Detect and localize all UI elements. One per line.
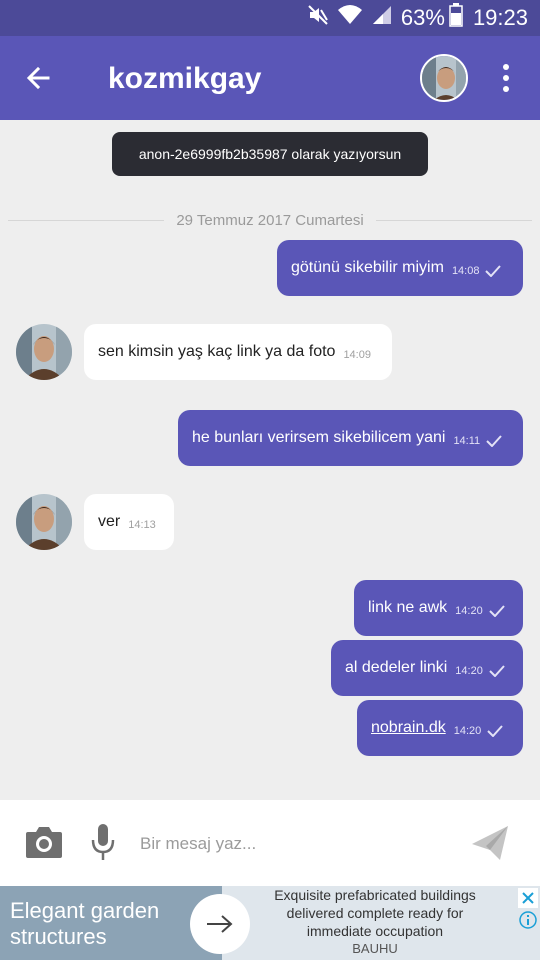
message-bubble-outgoing[interactable]: nobrain.dk 14:20	[357, 700, 523, 756]
close-icon	[522, 892, 534, 904]
message-time: 14:09	[343, 349, 371, 361]
ad-headline[interactable]: Elegant garden structures	[0, 886, 222, 960]
message-text: götünü sikebilir miyim	[291, 259, 444, 276]
message-text: sen kimsin yaş kaç link ya da foto	[98, 343, 336, 360]
camera-icon	[26, 827, 62, 858]
check-icon	[489, 665, 505, 677]
profile-photo	[422, 56, 466, 100]
check-icon	[487, 725, 503, 737]
chat-title[interactable]: kozmikgay	[108, 62, 261, 96]
avatar[interactable]	[16, 494, 72, 550]
clock: 19:23	[472, 5, 528, 30]
ad-brand: BAUHU	[352, 941, 398, 956]
battery-percent: 63%	[400, 5, 445, 30]
check-icon	[488, 605, 505, 617]
message-time: 14:11	[453, 435, 481, 447]
message-bubble-outgoing[interactable]: al dedeler linki 14:20	[331, 640, 523, 696]
message-time: 14:13	[128, 519, 156, 531]
avatar[interactable]	[420, 54, 468, 102]
check-icon	[485, 265, 502, 277]
check-icon	[486, 435, 502, 447]
profile-photo	[16, 494, 72, 550]
info-icon	[519, 911, 537, 929]
message-bubble-outgoing[interactable]: götünü sikebilir miyim 14:08	[277, 240, 523, 296]
ad-close-button[interactable]	[518, 888, 538, 908]
profile-photo	[16, 324, 72, 380]
message-text: link ne awk	[368, 599, 448, 616]
back-button[interactable]	[14, 54, 62, 102]
arrow-right-icon	[207, 915, 233, 933]
message-text: he bunları verirsem sikebilicem yani	[192, 429, 446, 446]
message-bubble-incoming[interactable]: ver 14:13	[84, 494, 174, 550]
avatar[interactable]	[16, 324, 72, 380]
mute-icon	[307, 4, 329, 32]
send-button[interactable]	[470, 824, 510, 862]
message-text: al dedeler linki	[345, 659, 448, 676]
send-icon	[472, 826, 508, 860]
status-bar: 63% 19:23	[0, 0, 540, 36]
ad-open-button[interactable]	[190, 894, 250, 954]
anonymous-identity-toast: anon-2e6999fb2b35987 olarak yazıyorsun	[112, 132, 428, 176]
date-separator: 29 Temmuz 2017 Cumartesi	[0, 208, 540, 232]
more-options-button[interactable]	[490, 54, 522, 102]
message-bubble-incoming[interactable]: sen kimsin yaş kaç link ya da foto 14:09	[84, 324, 392, 380]
ad-body[interactable]: Exquisite prefabricated buildings delive…	[258, 886, 492, 960]
microphone-button[interactable]	[90, 822, 116, 862]
ad-banner[interactable]: Elegant garden structures Exquisite pref…	[0, 886, 540, 960]
ad-description: Exquisite prefabricated buildings delive…	[274, 887, 476, 939]
date-label: 29 Temmuz 2017 Cumartesi	[176, 211, 364, 229]
message-bubble-outgoing[interactable]: he bunları verirsem sikebilicem yani 14:…	[178, 410, 523, 466]
message-time: 14:08	[451, 265, 480, 277]
message-input[interactable]	[140, 828, 440, 860]
message-time: 14:20	[455, 605, 483, 617]
wifi-icon	[337, 4, 363, 32]
arrow-back-icon	[26, 66, 50, 90]
battery-icon	[449, 3, 463, 33]
signal-icon	[371, 4, 393, 32]
message-text: ver	[98, 513, 121, 530]
message-composer	[0, 800, 540, 886]
more-vert-icon	[503, 64, 509, 70]
camera-button[interactable]	[24, 824, 64, 860]
ad-info-button[interactable]	[518, 910, 538, 930]
microphone-icon	[91, 824, 115, 860]
message-bubble-outgoing[interactable]: link ne awk 14:20	[354, 580, 523, 636]
message-time: 14:20	[453, 725, 482, 737]
message-link[interactable]: nobrain.dk	[371, 719, 446, 737]
message-time: 14:20	[455, 665, 483, 677]
app-bar: kozmikgay	[0, 36, 540, 120]
